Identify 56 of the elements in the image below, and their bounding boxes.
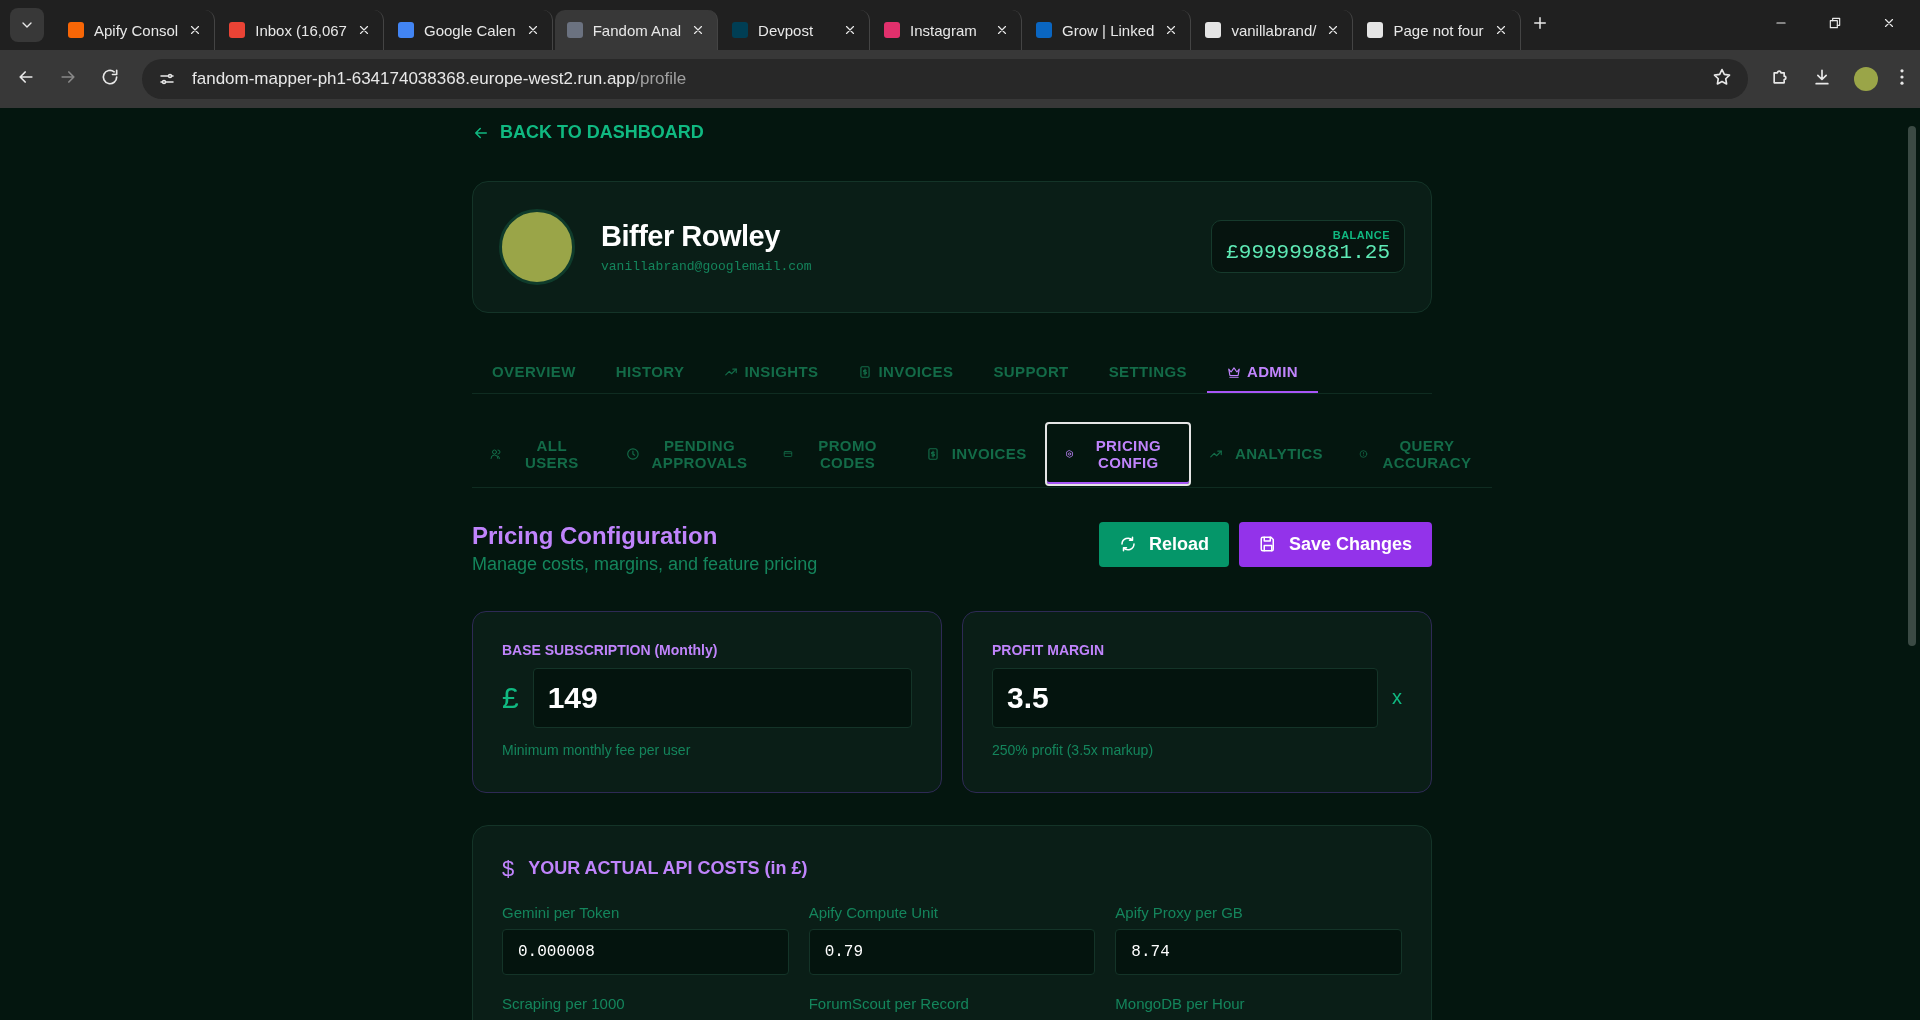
reload-icon bbox=[100, 67, 120, 87]
tab-list-button[interactable] bbox=[10, 8, 44, 42]
star-icon bbox=[1712, 66, 1732, 87]
nav-tab[interactable]: ADMIN bbox=[1206, 352, 1319, 393]
field-hint: Minimum monthly fee per user bbox=[502, 741, 692, 758]
tab-title: Fandom Anal bbox=[592, 21, 682, 39]
field-label: Gemini per Token bbox=[502, 903, 621, 921]
dollar-sign: $ bbox=[502, 855, 515, 882]
puzzle-icon bbox=[1770, 67, 1790, 87]
more-vertical-icon bbox=[1900, 69, 1904, 85]
balance-label: BALANCE bbox=[1331, 229, 1390, 241]
tab-title: Devpost bbox=[758, 21, 815, 39]
field-label: PROFIT MARGIN bbox=[992, 641, 1105, 658]
balance-amount: £999999881.25 bbox=[1226, 241, 1390, 264]
card-title: YOUR ACTUAL API COSTS (in £) bbox=[528, 858, 808, 879]
tab-title: vanillabrand/ bbox=[1231, 21, 1317, 39]
refresh-icon bbox=[1118, 535, 1137, 553]
tab-title: Google Calen bbox=[423, 21, 516, 39]
address-bar[interactable]: fandom-mapper-ph1-634174038368.europe-west2.run.app/profile bbox=[142, 59, 1748, 99]
close-icon bbox=[1882, 16, 1896, 30]
tab-title: Apify Consol bbox=[94, 21, 179, 39]
section-title: Pricing Configuration bbox=[472, 521, 719, 550]
cost-input-field[interactable]: 0.000008 bbox=[502, 928, 789, 975]
cost-input-field[interactable]: 8.74 bbox=[1115, 928, 1402, 975]
dollar-document-icon bbox=[925, 446, 940, 461]
field-label: Apify Compute Unit bbox=[808, 903, 939, 921]
section-subtitle: Manage costs, margins, and feature pricing bbox=[472, 553, 818, 575]
field-label: MongoDB per Hour bbox=[1115, 994, 1246, 1012]
crown-icon bbox=[1226, 364, 1241, 379]
download-icon bbox=[1812, 67, 1832, 87]
save-changes-button[interactable]: Save Changes bbox=[1238, 521, 1432, 567]
cost-input-field[interactable]: 0.79 bbox=[808, 928, 1096, 975]
subscription-input-field[interactable]: 149 bbox=[532, 667, 912, 728]
multiplier-suffix: x bbox=[1392, 686, 1402, 709]
field-label: ForumScout per Record bbox=[808, 994, 970, 1012]
tab-title: Inbox (16,067 bbox=[255, 21, 347, 39]
dollar-document-icon bbox=[858, 364, 873, 379]
field-label: Apify Proxy per GB bbox=[1115, 903, 1244, 921]
margin-input-field[interactable]: 3.5 bbox=[992, 667, 1378, 728]
tab-title: Page not four bbox=[1393, 21, 1484, 39]
restore-icon bbox=[1828, 16, 1842, 30]
field-label: Scraping per 1000 bbox=[502, 994, 626, 1012]
users-icon bbox=[490, 446, 502, 461]
tab-title: Grow | Linked bbox=[1062, 21, 1155, 39]
clock-icon bbox=[625, 446, 640, 461]
user-email: vanillabrand@googlemail.com bbox=[601, 258, 812, 274]
reload-button[interactable]: Reload bbox=[1098, 521, 1229, 567]
field-hint: 250% profit (3.5x markup) bbox=[992, 741, 1155, 758]
field-label: BASE SUBSCRIPTION (Monthly) bbox=[502, 641, 719, 658]
currency-symbol: £ bbox=[502, 680, 519, 715]
back-to-dashboard-link[interactable]: BACK TO DASHBOARD bbox=[472, 122, 704, 143]
sub-tab[interactable]: PRICING CONFIG bbox=[1044, 421, 1191, 486]
user-name: Biffer Rowley bbox=[601, 219, 781, 253]
profile-avatar[interactable] bbox=[1854, 67, 1878, 91]
browser-tab[interactable]: Fandom Anal bbox=[554, 10, 719, 50]
tab-title: Instagram bbox=[910, 21, 978, 39]
